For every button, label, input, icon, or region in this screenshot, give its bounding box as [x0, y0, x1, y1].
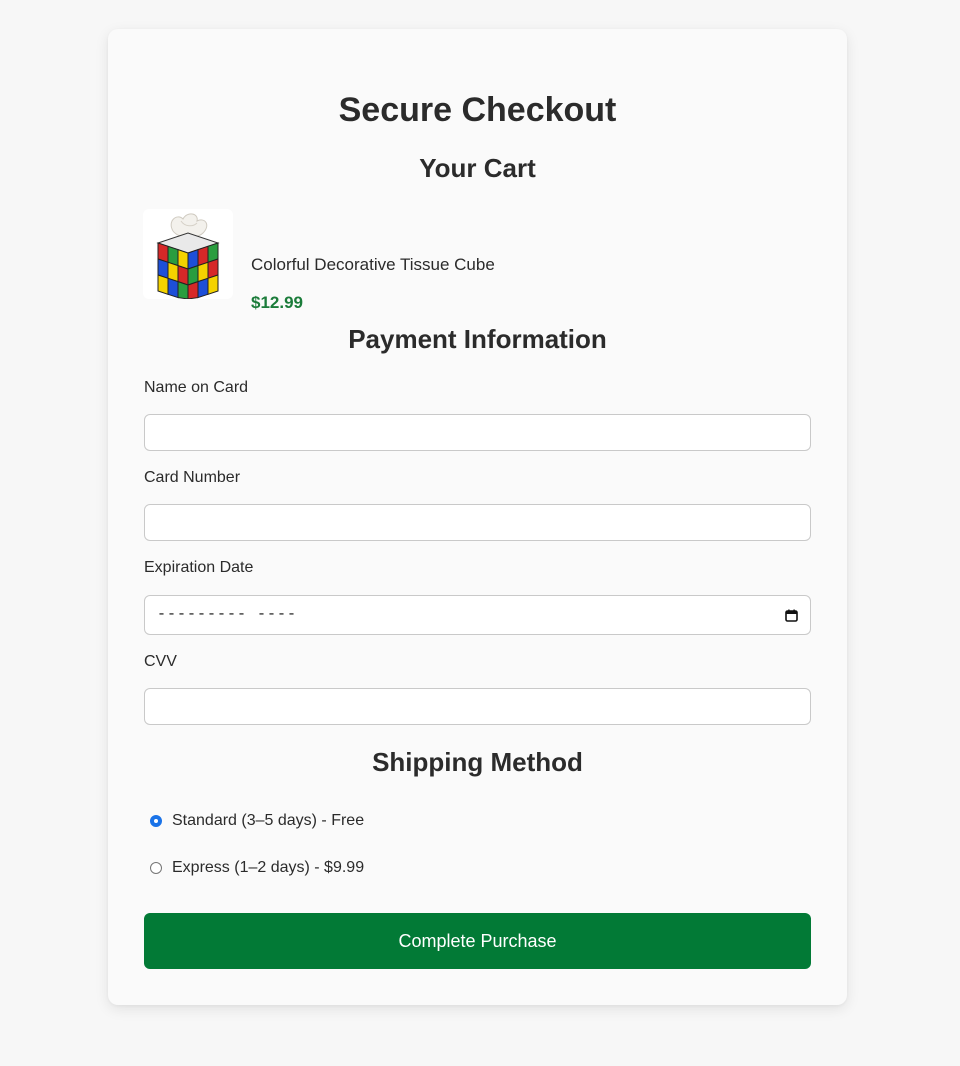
cart-heading: Your Cart — [419, 153, 536, 183]
cvv-label: CVV — [144, 653, 177, 670]
standard-radio[interactable] — [150, 815, 162, 827]
product-name: Colorful Decorative Tissue Cube — [251, 255, 495, 274]
product-price: $12.99 — [251, 293, 303, 312]
product-image — [143, 209, 233, 300]
checkout-card: Secure Checkout Your Cart Colorful Decor… — [108, 29, 847, 1005]
name-on-card-label: Name on Card — [144, 379, 249, 396]
expiration-date-placeholder: --------- ---- — [157, 606, 298, 623]
page-title: Secure Checkout — [338, 91, 617, 129]
complete-purchase-button[interactable]: Complete Purchase — [144, 913, 811, 969]
cvv-input[interactable] — [144, 688, 811, 725]
shipping-option-express[interactable]: Express (1–2 days) - $9.99 — [150, 858, 364, 878]
standard-label: Standard (3–5 days) - Free — [172, 812, 365, 829]
shipping-heading: Shipping Method — [372, 747, 583, 777]
express-radio[interactable] — [150, 862, 162, 874]
expiration-date-input[interactable]: --------- ---- — [144, 595, 811, 635]
card-number-input[interactable] — [144, 504, 811, 541]
expiration-date-label: Expiration Date — [144, 559, 254, 576]
card-number-label: Card Number — [144, 469, 241, 486]
calendar-icon[interactable] — [785, 609, 798, 622]
name-on-card-input[interactable] — [144, 414, 811, 451]
cart-item: Colorful Decorative Tissue Cube $12.99 — [143, 209, 743, 312]
express-label: Express (1–2 days) - $9.99 — [172, 859, 365, 876]
shipping-option-standard[interactable]: Standard (3–5 days) - Free — [150, 811, 364, 831]
rubiks-cube-tissue-box-image — [156, 213, 220, 300]
payment-heading: Payment Information — [348, 324, 607, 354]
